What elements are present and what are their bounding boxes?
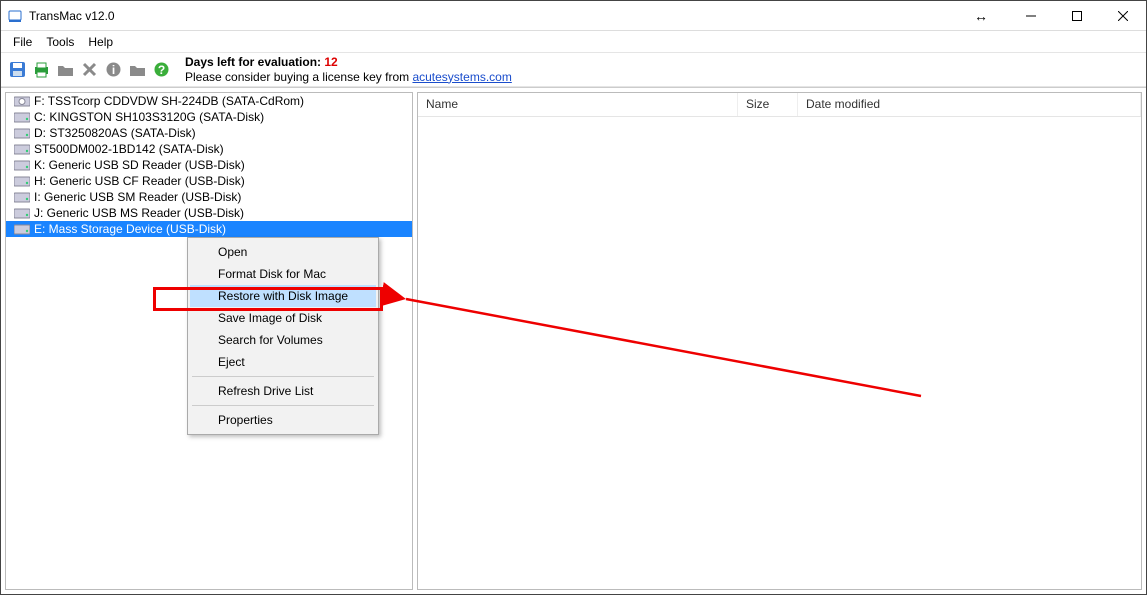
tree-item[interactable]: I: Generic USB SM Reader (USB-Disk) [6, 189, 412, 205]
evaluation-notice: Days left for evaluation: 12 Please cons… [185, 55, 512, 85]
ctx-eject[interactable]: Eject [190, 351, 376, 373]
close-button[interactable] [1100, 1, 1146, 31]
tree-item[interactable]: J: Generic USB MS Reader (USB-Disk) [6, 205, 412, 221]
file-list-pane[interactable]: Name Size Date modified [417, 92, 1142, 590]
tree-item[interactable]: F: TSSTcorp CDDVDW SH-224DB (SATA-CdRom) [6, 93, 412, 109]
column-name[interactable]: Name [418, 93, 738, 116]
ctx-separator [192, 405, 374, 406]
column-headers: Name Size Date modified [418, 93, 1141, 117]
printer-icon[interactable] [31, 60, 51, 80]
info-icon[interactable]: i [103, 60, 123, 80]
resize-grip-icon[interactable]: ↔ [974, 9, 988, 23]
tree-item-label: F: TSSTcorp CDDVDW SH-224DB (SATA-CdRom) [34, 94, 304, 108]
eval-days-value: 12 [324, 55, 337, 69]
tree-item[interactable]: E: Mass Storage Device (USB-Disk) [6, 221, 412, 237]
tree-item-label: J: Generic USB MS Reader (USB-Disk) [34, 206, 244, 220]
ctx-restore[interactable]: Restore with Disk Image [190, 285, 376, 307]
ctx-properties[interactable]: Properties [190, 409, 376, 431]
menu-help[interactable]: Help [82, 33, 119, 51]
maximize-button[interactable] [1054, 1, 1100, 31]
tree-item[interactable]: C: KINGSTON SH103S3120G (SATA-Disk) [6, 109, 412, 125]
tree-item[interactable]: D: ST3250820AS (SATA-Disk) [6, 125, 412, 141]
tree-item[interactable]: K: Generic USB SD Reader (USB-Disk) [6, 157, 412, 173]
content-area: F: TSSTcorp CDDVDW SH-224DB (SATA-CdRom)… [1, 87, 1146, 594]
tree-item-label: I: Generic USB SM Reader (USB-Disk) [34, 190, 241, 204]
eval-line2-prefix: Please consider buying a license key fro… [185, 70, 412, 84]
menu-file[interactable]: File [7, 33, 38, 51]
folder-out-icon[interactable] [55, 60, 75, 80]
folder-in-icon[interactable] [127, 60, 147, 80]
window-title: TransMac v12.0 [29, 9, 115, 23]
context-menu: Open Format Disk for Mac Restore with Di… [187, 237, 379, 435]
tree-item-label: ST500DM002-1BD142 (SATA-Disk) [34, 142, 224, 156]
tree-item-label: C: KINGSTON SH103S3120G (SATA-Disk) [34, 110, 264, 124]
tree-item[interactable]: ST500DM002-1BD142 (SATA-Disk) [6, 141, 412, 157]
column-size[interactable]: Size [738, 93, 798, 116]
ctx-format[interactable]: Format Disk for Mac [190, 263, 376, 285]
tree-item[interactable]: H: Generic USB CF Reader (USB-Disk) [6, 173, 412, 189]
eval-days-prefix: Days left for evaluation: [185, 55, 324, 69]
tree-item-label: E: Mass Storage Device (USB-Disk) [34, 222, 226, 236]
menubar: File Tools Help [1, 31, 1146, 53]
toolbar: i ? Days left for evaluation: 12 Please … [1, 53, 1146, 87]
ctx-search[interactable]: Search for Volumes [190, 329, 376, 351]
menu-tools[interactable]: Tools [40, 33, 80, 51]
tree-item-label: D: ST3250820AS (SATA-Disk) [34, 126, 196, 140]
titlebar: TransMac v12.0 ↔ [1, 1, 1146, 31]
svg-text:i: i [111, 63, 114, 77]
save-icon[interactable] [7, 60, 27, 80]
svg-text:?: ? [157, 63, 164, 77]
ctx-open[interactable]: Open [190, 241, 376, 263]
ctx-save[interactable]: Save Image of Disk [190, 307, 376, 329]
delete-icon[interactable] [79, 60, 99, 80]
ctx-separator [192, 376, 374, 377]
column-date[interactable]: Date modified [798, 93, 1141, 116]
tree-item-label: H: Generic USB CF Reader (USB-Disk) [34, 174, 245, 188]
help-icon[interactable]: ? [151, 60, 171, 80]
acutesystems-link[interactable]: acutesystems.com [412, 70, 511, 84]
ctx-refresh[interactable]: Refresh Drive List [190, 380, 376, 402]
tree-item-label: K: Generic USB SD Reader (USB-Disk) [34, 158, 245, 172]
app-window: TransMac v12.0 ↔ File Tools Help i ? Day… [0, 0, 1147, 595]
minimize-button[interactable] [1008, 1, 1054, 31]
app-icon [7, 8, 23, 24]
